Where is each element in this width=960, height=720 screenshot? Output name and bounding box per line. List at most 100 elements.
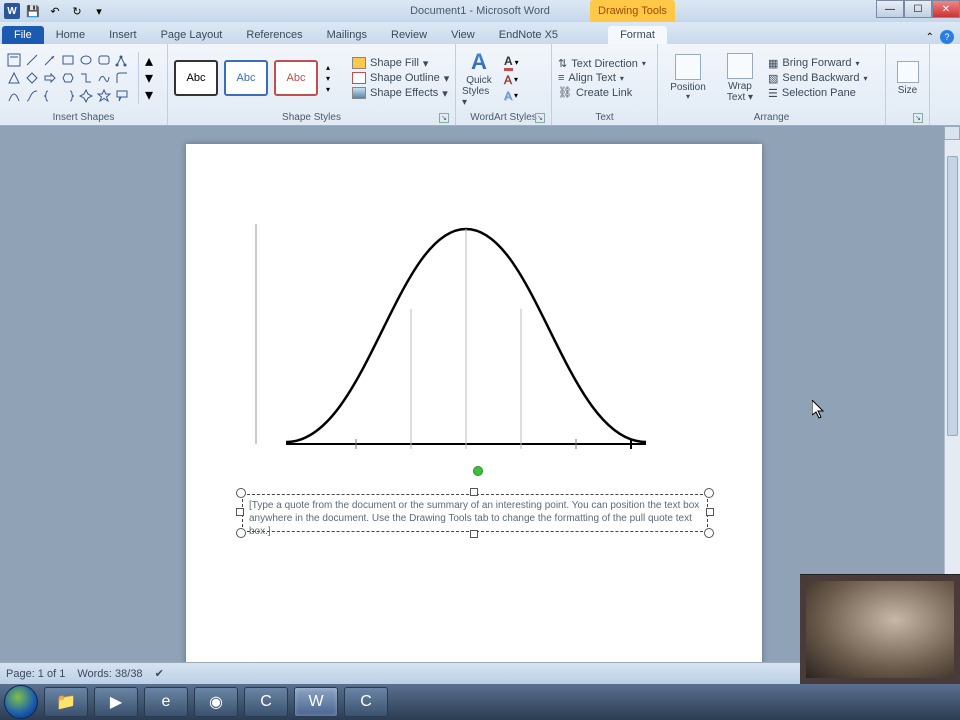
tab-home[interactable]: Home [44, 26, 97, 44]
shape-callout-icon[interactable] [114, 88, 130, 104]
style-scroll-up-icon[interactable]: ▴ [326, 63, 340, 72]
qat-customize-icon[interactable]: ▾ [90, 2, 108, 20]
style-thumb-2[interactable]: Abc [224, 60, 268, 96]
shape-brace-icon[interactable] [42, 88, 58, 104]
shape-effects-button[interactable]: Shape Effects▾ [352, 87, 449, 100]
textbox-content[interactable]: [Type a quote from the document or the s… [242, 494, 708, 532]
tab-format[interactable]: Format [608, 26, 667, 44]
bell-curve-shape[interactable] [246, 214, 646, 464]
taskbar-media-player-icon[interactable]: ▶ [94, 687, 138, 717]
tab-mailings[interactable]: Mailings [315, 26, 379, 44]
shape-star5-icon[interactable] [96, 88, 112, 104]
minimize-button[interactable]: — [876, 0, 904, 18]
shape-half-icon[interactable] [114, 70, 130, 86]
page[interactable]: [Type a quote from the document or the s… [186, 144, 762, 662]
shape-textbox-icon[interactable] [6, 52, 22, 68]
selection-pane-button[interactable]: ☰Selection Pane [768, 87, 867, 100]
ruler-toggle-icon[interactable] [944, 126, 960, 140]
size-button[interactable]: Size [892, 61, 923, 96]
shape-diamond-icon[interactable] [24, 70, 40, 86]
style-thumb-3[interactable]: Abc [274, 60, 318, 96]
taskbar-ie-icon[interactable]: e [144, 687, 188, 717]
minimize-ribbon-icon[interactable]: ⌃ [926, 32, 934, 43]
shape-freeform-icon[interactable] [96, 70, 112, 86]
status-words[interactable]: Words: 38/38 [77, 668, 142, 680]
shape-rect-icon[interactable] [60, 52, 76, 68]
style-thumb-1[interactable]: Abc [174, 60, 218, 96]
text-effects-button[interactable]: A▾ [504, 89, 519, 103]
dialog-launcher-icon[interactable]: ↘ [913, 113, 923, 123]
shapes-gallery-more[interactable]: ▴ ▾ ▾ [138, 52, 156, 104]
style-more-icon[interactable]: ▾ [326, 85, 340, 94]
resize-handle-mr[interactable] [706, 508, 714, 516]
align-text-button[interactable]: ≡Align Text▾ [558, 72, 646, 84]
shapes-gallery[interactable] [6, 52, 130, 104]
shape-brace2-icon[interactable] [60, 88, 76, 104]
tab-file[interactable]: File [2, 26, 44, 44]
group-label-size: ↘ [892, 110, 923, 125]
more-shapes-icon[interactable]: ▾ [142, 88, 156, 102]
taskbar-camtasia-icon[interactable]: C [244, 687, 288, 717]
shape-oval-icon[interactable] [78, 52, 94, 68]
shape-right-arrow-icon[interactable] [42, 70, 58, 86]
shape-edit-icon[interactable] [114, 52, 130, 68]
wordart-quick-styles[interactable]: A Quick Styles ▾ [462, 56, 496, 100]
shape-style-gallery[interactable]: Abc Abc Abc ▴ ▾ ▾ [174, 60, 340, 96]
undo-icon[interactable]: ↶ [46, 2, 64, 20]
help-icon[interactable]: ? [940, 30, 954, 44]
selected-textbox[interactable]: [Type a quote from the document or the s… [236, 488, 714, 538]
scrollbar-thumb[interactable] [947, 156, 958, 436]
scroll-up-icon[interactable]: ▴ [142, 54, 156, 68]
taskbar-calc-icon[interactable]: C [344, 687, 388, 717]
tab-insert[interactable]: Insert [97, 26, 149, 44]
create-link-button[interactable]: ⛓Create Link [558, 86, 646, 99]
shape-triangle-icon[interactable] [6, 70, 22, 86]
close-button[interactable]: ✕ [932, 0, 960, 18]
resize-handle-tm[interactable] [470, 488, 478, 496]
tab-page-layout[interactable]: Page Layout [149, 26, 235, 44]
send-backward-button[interactable]: ▧Send Backward▾ [768, 72, 867, 85]
status-page[interactable]: Page: 1 of 1 [6, 668, 65, 680]
taskbar-chrome-icon[interactable]: ◉ [194, 687, 238, 717]
selection-pane-icon: ☰ [768, 87, 778, 100]
scroll-down-icon[interactable]: ▾ [142, 71, 156, 85]
redo-icon[interactable]: ↻ [68, 2, 86, 20]
resize-handle-tl[interactable] [236, 488, 246, 498]
shape-arrow-icon[interactable] [42, 52, 58, 68]
wrap-text-button[interactable]: Wrap Text ▾ [716, 53, 764, 103]
shape-connector-icon[interactable] [24, 88, 40, 104]
shape-hexagon-icon[interactable] [60, 70, 76, 86]
resize-handle-bm[interactable] [470, 530, 478, 538]
resize-handle-bl[interactable] [236, 528, 246, 538]
dialog-launcher-icon[interactable]: ↘ [535, 113, 545, 123]
resize-handle-tr[interactable] [704, 488, 714, 498]
shape-roundrect-icon[interactable] [96, 52, 112, 68]
position-button[interactable]: Position▾ [664, 54, 712, 102]
style-scroll-down-icon[interactable]: ▾ [326, 74, 340, 83]
taskbar-explorer-icon[interactable]: 📁 [44, 687, 88, 717]
bring-forward-button[interactable]: ▦Bring Forward▾ [768, 57, 867, 70]
tab-review[interactable]: Review [379, 26, 439, 44]
text-direction-button[interactable]: ⇅Text Direction▾ [558, 57, 646, 70]
taskbar-word-icon[interactable]: W [294, 687, 338, 717]
proofing-icon[interactable]: ✔ [155, 667, 164, 680]
tab-view[interactable]: View [439, 26, 487, 44]
shape-fill-button[interactable]: Shape Fill▾ [352, 57, 449, 70]
resize-handle-ml[interactable] [236, 508, 244, 516]
dialog-launcher-icon[interactable]: ↘ [439, 113, 449, 123]
shape-line-icon[interactable] [24, 52, 40, 68]
text-outline-button[interactable]: A▾ [504, 73, 519, 87]
maximize-button[interactable]: ☐ [904, 0, 932, 18]
save-icon[interactable]: 💾 [24, 2, 42, 20]
text-fill-button[interactable]: A▾ [504, 54, 519, 71]
group-wordart-styles: A Quick Styles ▾ A▾ A▾ A▾ WordArt Styles… [456, 44, 552, 125]
shape-star4-icon[interactable] [78, 88, 94, 104]
tab-references[interactable]: References [234, 26, 314, 44]
shape-curve-icon[interactable] [6, 88, 22, 104]
resize-handle-br[interactable] [704, 528, 714, 538]
shape-outline-button[interactable]: Shape Outline▾ [352, 72, 449, 85]
rotation-handle[interactable] [473, 466, 483, 476]
tab-endnote[interactable]: EndNote X5 [487, 26, 570, 44]
start-button[interactable] [4, 685, 38, 719]
shape-elbow-icon[interactable] [78, 70, 94, 86]
